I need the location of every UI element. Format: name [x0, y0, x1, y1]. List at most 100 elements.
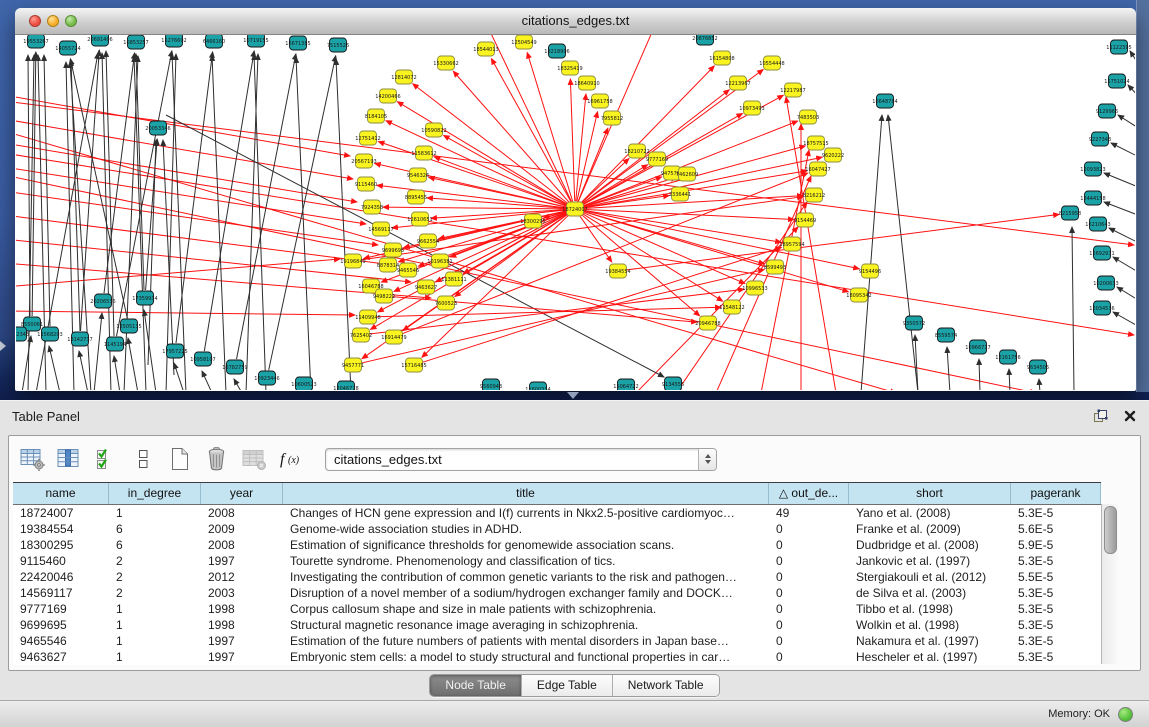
graph-edge[interactable] [16, 311, 355, 315]
graph-edge[interactable] [491, 59, 571, 202]
tab-network-table[interactable]: Network Table [613, 675, 719, 696]
graph-node-label: 11409948 [355, 315, 380, 321]
graph-edge[interactable] [44, 55, 50, 326]
graph-edge[interactable] [22, 336, 31, 390]
graph-edge[interactable] [861, 115, 882, 390]
panel-collapse-arrow-icon[interactable] [0, 341, 6, 351]
graph-edge[interactable] [124, 56, 138, 390]
graph-edge[interactable] [16, 215, 393, 265]
graph-edge[interactable] [1104, 202, 1135, 217]
graph-edge[interactable] [1113, 257, 1135, 275]
graph-edge[interactable] [234, 379, 242, 390]
graph-edge[interactable] [16, 153, 1134, 335]
graph-edge[interactable] [269, 56, 336, 370]
graph-edge[interactable] [114, 356, 120, 390]
column-header-short[interactable]: short [849, 483, 1011, 504]
delete-icon[interactable] [204, 446, 230, 472]
graph-edge[interactable] [16, 143, 357, 202]
graph-edge[interactable] [237, 54, 296, 359]
graph-node-label: 14200466 [375, 94, 400, 100]
table-selector-dropdown[interactable]: citations_edges.txt [325, 448, 717, 471]
graph-edge[interactable] [1039, 379, 1040, 390]
graph-edge[interactable] [1130, 51, 1135, 71]
show-columns-icon[interactable] [56, 446, 82, 472]
table-cell-short: Yano et al. (2008) [849, 505, 1011, 521]
network-svg[interactable]: 1955326714055724206914061085325715276602… [16, 35, 1135, 390]
graph-edge[interactable] [128, 338, 138, 390]
scrollbar-thumb[interactable] [1104, 506, 1117, 554]
graph-edge[interactable] [570, 79, 574, 201]
float-panel-icon[interactable] [1089, 406, 1111, 426]
column-header-name[interactable]: name [13, 483, 109, 504]
splitter-handle[interactable] [567, 392, 579, 399]
graph-edge[interactable] [979, 359, 980, 390]
graph-edge[interactable] [49, 346, 60, 390]
table-cell-short: Dudbridge et al. (2008) [849, 537, 1011, 553]
table-row[interactable]: 911546021997Tourette syndrome. Phenomeno… [13, 553, 1101, 569]
table-row[interactable]: 1872400712008Changes of HCN gene express… [13, 505, 1101, 521]
table-row[interactable]: 946554611997Estimation of the future num… [13, 633, 1101, 649]
graph-edge[interactable] [176, 52, 213, 343]
graph-edge[interactable] [202, 371, 212, 390]
graph-node-label: 8216212 [803, 193, 825, 199]
graph-edge[interactable] [174, 363, 184, 390]
network-canvas[interactable]: 1955326714055724206914061085325715276602… [16, 35, 1135, 390]
column-header-title[interactable]: title [283, 483, 769, 504]
graph-node-label: 20206536 [90, 299, 115, 305]
graph-edge[interactable] [1104, 173, 1135, 189]
table-row[interactable]: 1938455462009Genome-wide association stu… [13, 521, 1101, 537]
column-header-out-degree[interactable]: △ out_de... [769, 483, 849, 504]
close-panel-icon[interactable] [1119, 406, 1141, 426]
create-table-icon[interactable] [167, 446, 193, 472]
graph-edge[interactable] [1113, 312, 1135, 329]
table-row[interactable]: 1456911722003Disruption of a novel membe… [13, 585, 1101, 601]
select-all-columns-icon[interactable] [93, 446, 119, 472]
column-header-pagerank[interactable]: pagerank [1011, 483, 1101, 504]
graph-edge[interactable] [888, 115, 918, 390]
graph-edge[interactable] [1118, 115, 1135, 131]
graph-edge[interactable] [1072, 227, 1074, 390]
graph-edge[interactable] [81, 50, 100, 331]
graph-edge[interactable] [583, 209, 794, 219]
zoom-traffic-light[interactable] [65, 15, 77, 27]
table-mode-icon[interactable] [19, 446, 45, 472]
column-header-in-degree[interactable]: in_degree [109, 483, 201, 504]
graph-edge[interactable] [32, 52, 36, 316]
graph-edge[interactable] [296, 57, 311, 390]
graph-edge[interactable] [1117, 287, 1135, 303]
dropdown-stepper-icon[interactable] [698, 449, 716, 470]
graph-node-label: 9227343 [1089, 137, 1111, 143]
graph-edge[interactable] [106, 51, 114, 336]
graph-edge[interactable] [582, 213, 723, 301]
table-row[interactable]: 946362711997Embryonic stem cells: a mode… [13, 649, 1101, 665]
graph-edge[interactable] [453, 71, 569, 203]
graph-edge[interactable] [166, 54, 176, 390]
network-window-titlebar[interactable]: citations_edges.txt [15, 8, 1136, 35]
table-row[interactable]: 977716911998Corpus callosum shape and si… [13, 601, 1101, 617]
column-header-year[interactable]: year [201, 483, 283, 504]
close-traffic-light[interactable] [29, 15, 41, 27]
minimize-traffic-light[interactable] [47, 15, 59, 27]
graph-edge[interactable] [1128, 85, 1135, 101]
graph-edge[interactable] [947, 347, 950, 390]
tab-node-table[interactable]: Node Table [430, 675, 522, 696]
graph-edge[interactable] [583, 210, 781, 242]
row-options-icon[interactable] [130, 446, 156, 472]
graph-edge[interactable] [79, 351, 88, 390]
table-row[interactable]: 2242004622012Investigating the contribut… [13, 569, 1101, 585]
graph-edge[interactable] [94, 313, 102, 390]
graph-node-label: 12505135 [116, 324, 141, 330]
graph-edge[interactable] [1111, 143, 1135, 159]
graph-node-label: 16210643 [1085, 222, 1110, 228]
graph-edge[interactable] [246, 54, 258, 390]
function-builder-icon[interactable]: f (x) [278, 446, 304, 472]
graph-edge[interactable] [383, 207, 567, 209]
graph-edge[interactable] [336, 59, 351, 390]
tab-edge-table[interactable]: Edge Table [522, 675, 613, 696]
graph-node-label: 15716485 [401, 363, 426, 369]
table-vertical-scrollbar[interactable] [1101, 504, 1118, 664]
graph-edge[interactable] [28, 55, 30, 316]
table-cell-short: Jankovic et al. (1997) [849, 553, 1011, 569]
table-row[interactable]: 1830029562008Estimation of significance … [13, 537, 1101, 553]
table-row[interactable]: 969969511998Structural magnetic resonanc… [13, 617, 1101, 633]
